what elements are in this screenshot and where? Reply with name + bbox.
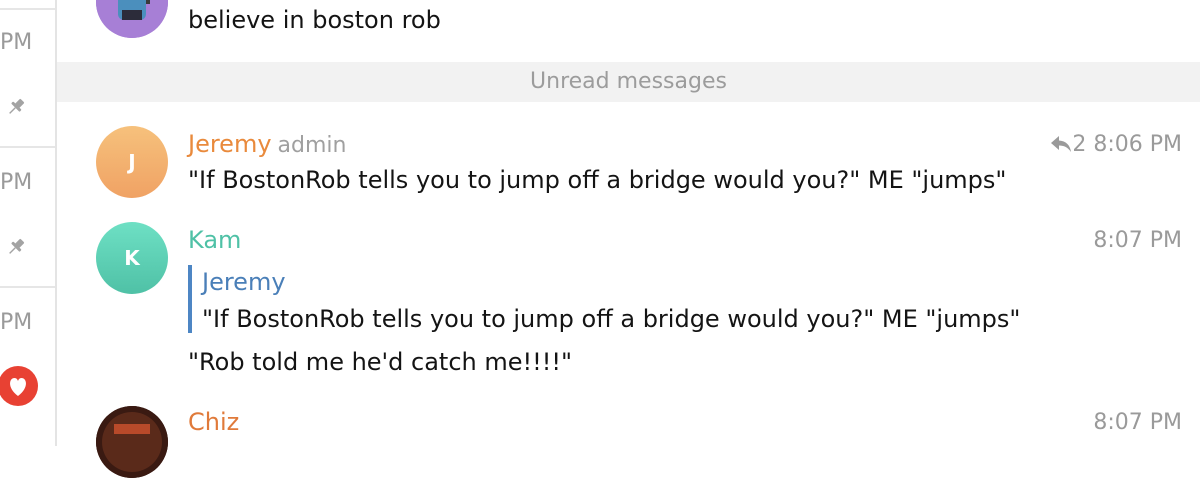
message-text: "Rob told me he'd catch me!!!!" <box>188 348 573 376</box>
author-name[interactable]: Jeremy <box>188 130 272 158</box>
pin-icon[interactable] <box>5 96 27 118</box>
message-author[interactable]: Kam <box>188 226 241 254</box>
message-author[interactable]: Jeremy admin <box>188 130 346 158</box>
avatar[interactable]: K <box>96 222 168 294</box>
avatar[interactable] <box>96 406 168 478</box>
message-author[interactable]: Chiz <box>188 408 239 436</box>
rail-divider <box>0 8 55 10</box>
rail-divider <box>0 286 55 288</box>
message-time: 8:07 PM <box>1093 228 1182 253</box>
avatar-initial: J <box>128 150 136 174</box>
quote-author: Jeremy <box>202 268 286 296</box>
message-time: 8:07 PM <box>1093 410 1182 435</box>
rail-time-3: PM <box>0 310 33 335</box>
rail-time-1: PM <box>0 30 33 55</box>
pin-icon[interactable] <box>5 236 27 258</box>
message-meta: 2 8:06 PM <box>1050 132 1182 159</box>
reply-icon[interactable] <box>1050 134 1072 159</box>
avatar[interactable] <box>96 0 168 38</box>
rail-time-2: PM <box>0 170 33 195</box>
author-name[interactable]: Kam <box>188 226 241 254</box>
left-timestamp-rail: PM PM PM <box>0 0 57 446</box>
chat-message-list: believe in boston rob Unread messages J … <box>57 0 1200 478</box>
author-role-badge: admin <box>277 133 347 158</box>
quote-text: "If BostonRob tells you to jump off a br… <box>202 305 1021 333</box>
rail-divider <box>0 146 55 148</box>
unread-messages-divider: Unread messages <box>57 62 1200 102</box>
avatar[interactable]: J <box>96 126 168 198</box>
quoted-message[interactable]: Jeremy "If BostonRob tells you to jump o… <box>188 265 1072 333</box>
message-text: believe in boston rob <box>188 6 441 34</box>
avatar-initial: K <box>124 246 140 270</box>
reply-count[interactable]: 2 <box>1072 132 1086 157</box>
heart-icon[interactable] <box>0 366 38 406</box>
author-name[interactable]: Chiz <box>188 408 239 436</box>
message-time: 8:06 PM <box>1093 132 1182 157</box>
message-text: "If BostonRob tells you to jump off a br… <box>188 166 1007 194</box>
